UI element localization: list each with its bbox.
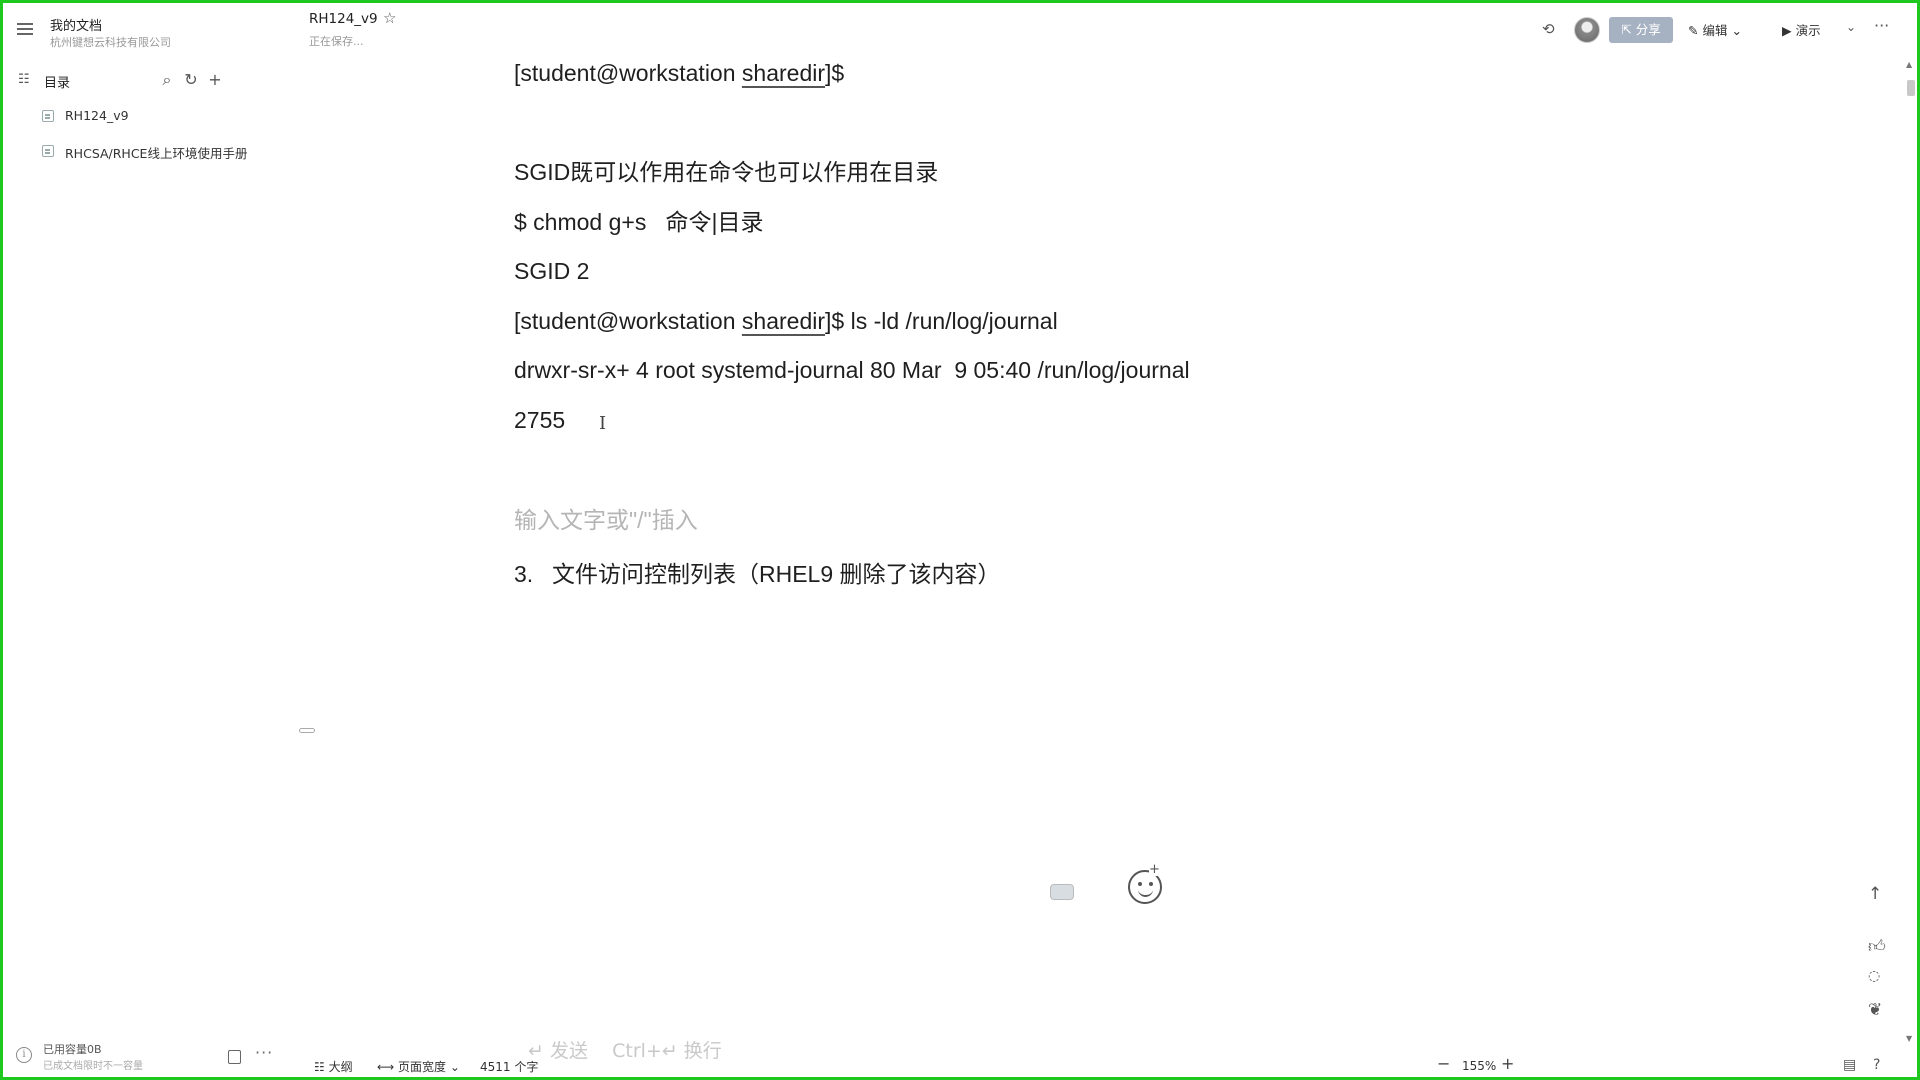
sidebar-item-label: RH124_v9 [65, 108, 129, 123]
scroll-up-arrow-icon[interactable]: ▲ [1906, 60, 1912, 69]
workspace-title[interactable]: 我的文档 [50, 15, 102, 34]
zoom-out-icon[interactable]: − [1437, 1054, 1450, 1073]
storage-usage: i 已用容量0B 已成文档限时不一容量 ··· [3, 1033, 293, 1077]
sidebar-item-rhcsa-manual[interactable]: RHCSA/RHCE线上环境使用手册 [3, 138, 293, 164]
sidebar-item-label: RHCSA/RHCE线上环境使用手册 [65, 146, 248, 161]
chevron-down-icon[interactable]: ⌄ [1846, 20, 1856, 34]
document-icon [42, 110, 54, 122]
toc-label: 目录 [44, 76, 71, 91]
zoom-in-icon[interactable]: + [1501, 1054, 1514, 1073]
paragraph[interactable]: 2755 [514, 405, 565, 435]
list-item[interactable]: 3. 文件访问控制列表（RHEL9 删除了该内容） [514, 559, 1001, 589]
sidebar-header: 我的文档 杭州键想云科技有限公司 [3, 3, 293, 53]
word-count: 4511 个字 [480, 1060, 539, 1074]
info-icon[interactable]: i [16, 1047, 32, 1063]
document-body[interactable]: [student@workstation sharedir]$ SGID既可以作… [514, 0, 1814, 1040]
scrollbar-thumb[interactable] [1907, 80, 1915, 96]
paragraph[interactable]: [student@workstation sharedir]$ ls -ld /… [514, 306, 1058, 336]
star-icon[interactable]: ☆ [383, 9, 396, 27]
paragraph[interactable]: $ chmod g+s 命令|目录 [514, 207, 763, 237]
page-width-icon: ⟷ [377, 1060, 399, 1074]
help-icon[interactable]: ? [1873, 1057, 1880, 1073]
trash-icon[interactable] [228, 1050, 241, 1064]
sidebar-collapse-handle[interactable] [299, 728, 315, 733]
search-icon[interactable]: ⌕ [156, 69, 178, 91]
ellipsis-icon[interactable]: ··· [1874, 16, 1889, 35]
usage-subtext: 已成文档限时不一容量 [43, 1061, 143, 1072]
hamburger-icon[interactable] [17, 23, 33, 35]
text-run-underlined: sharedir [741, 308, 826, 334]
outline-label: 大纲 [328, 1060, 353, 1074]
sidebar: 我的文档 杭州键想云科技有限公司 ☷ 目录 ⌕ ↻ + RH124_v9 RHC… [3, 3, 293, 1077]
document-icon [42, 145, 54, 157]
list-number: 3. [514, 561, 534, 587]
empty-paragraph-placeholder[interactable]: 输入文字或"/"插入 [514, 505, 698, 535]
vertical-scrollbar[interactable] [1906, 60, 1916, 1040]
chevron-down-icon: ⌄ [446, 1060, 460, 1074]
text-run-underlined: sharedir [741, 60, 826, 86]
text-run: ]$ ls -ld /run/log/journal [825, 308, 1058, 334]
notes-icon[interactable]: ▤ [1843, 1057, 1856, 1073]
text-run: ]$ [825, 60, 845, 86]
thumbs-up-icon[interactable]: 👍︎ [1868, 936, 1886, 957]
add-reaction-plus-icon: + [1149, 862, 1160, 877]
back-to-top-icon[interactable]: ↑ [1868, 884, 1882, 904]
zoom-level[interactable]: 155% [1462, 1059, 1496, 1073]
scroll-down-arrow-icon[interactable]: ▼ [1906, 1034, 1912, 1043]
paragraph[interactable]: SGID 2 [514, 256, 589, 286]
paragraph[interactable]: SGID既可以作用在命令也可以作用在目录 [514, 157, 938, 187]
status-bar: ☷ 大纲 ⟷ 页面宽度 ⌄ 4511 个字 [300, 1052, 1910, 1078]
workspace-org: 杭州键想云科技有限公司 [50, 36, 171, 49]
page-width-toggle[interactable]: ⟷ 页面宽度 ⌄ [377, 1058, 460, 1075]
floating-widget-icon[interactable] [1050, 884, 1074, 900]
text-run: [student@workstation [514, 60, 742, 86]
paragraph[interactable]: drwxr-sr-x+ 4 root systemd-journal 80 Ma… [514, 355, 1190, 385]
refresh-icon[interactable]: ↻ [180, 69, 202, 91]
usage-label: 已用容量0B [43, 1043, 102, 1056]
list-item-text: 文件访问控制列表（RHEL9 删除了该内容） [552, 561, 1001, 587]
toc-header: ☷ 目录 ⌕ ↻ + [3, 67, 293, 93]
outline-icon: ☷ [314, 1060, 329, 1074]
list-tree-icon: ☷ [18, 72, 30, 87]
text-run: [student@workstation [514, 308, 742, 334]
document-title[interactable]: RH124_v9 [309, 11, 378, 27]
outline-toggle[interactable]: ☷ 大纲 [314, 1058, 353, 1075]
page-width-label: 页面宽度 [398, 1060, 447, 1074]
comment-icon[interactable]: ◌ [1868, 968, 1880, 984]
save-status: 正在保存... [309, 35, 364, 48]
text-cursor-icon: I [599, 413, 607, 434]
ellipsis-icon[interactable]: ··· [255, 1043, 273, 1062]
plus-icon[interactable]: + [204, 69, 226, 91]
paragraph[interactable]: [student@workstation sharedir]$ [514, 58, 844, 88]
sidebar-item-rh124[interactable]: RH124_v9 [3, 103, 293, 129]
assistant-icon[interactable]: ❦ [1868, 1000, 1882, 1020]
